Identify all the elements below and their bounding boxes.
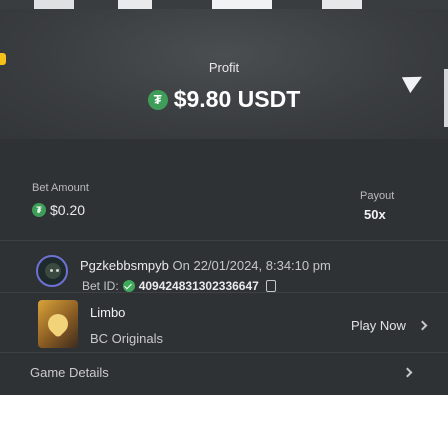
- chevron-right-icon[interactable]: [402, 367, 413, 378]
- bet-id-label: Bet ID:: [82, 279, 119, 293]
- bet-datetime: On 22/01/2024, 8:34:10 pm: [172, 258, 331, 273]
- top-decoration-shape: [118, 0, 152, 9]
- bet-id-value: 409424831302336647: [138, 279, 259, 293]
- bet-amount-label: Bet Amount: [32, 182, 89, 194]
- bet-amount-text: $0.20: [50, 202, 86, 218]
- divider: [0, 292, 448, 293]
- profit-amount: $9.80 USDT: [0, 86, 448, 113]
- avatar[interactable]: [36, 255, 68, 287]
- top-decoration-shape: [212, 0, 272, 9]
- user-info-line: Pgzkebbsmpyb On 22/01/2024, 8:34:10 pm: [80, 258, 331, 273]
- top-decoration-bar: [0, 0, 448, 9]
- bet-amount-value: $0.20: [32, 202, 85, 218]
- copy-icon[interactable]: [265, 280, 276, 292]
- chevron-right-icon[interactable]: [417, 320, 428, 331]
- avatar-eye-icon: [56, 269, 59, 272]
- usdt-coin-icon: [147, 90, 168, 110]
- game-thumbnail[interactable]: [38, 300, 78, 348]
- payout-label: Payout: [360, 190, 395, 202]
- payout-value: 50x: [364, 207, 386, 222]
- game-provider: BC Originals: [90, 331, 163, 346]
- usdt-coin-icon: [32, 203, 46, 217]
- top-decoration-shape: [34, 0, 74, 9]
- verified-check-icon: [122, 280, 135, 292]
- avatar-eye-icon: [50, 269, 53, 272]
- profit-currency: USDT: [237, 86, 301, 112]
- profit-label: Profit: [208, 60, 240, 75]
- divider: [0, 240, 448, 241]
- page-background: [0, 395, 448, 428]
- play-now-button[interactable]: Play Now: [351, 318, 406, 333]
- bet-id-line: Bet ID: 409424831302336647: [82, 279, 276, 293]
- divider: [0, 352, 448, 353]
- top-decoration-shape: [322, 0, 362, 9]
- bet-detail-stage: Profit $9.80 USDT Bet Amount $0.20 Payou…: [0, 0, 448, 428]
- bet-detail-panel: Profit $9.80 USDT Bet Amount $0.20 Payou…: [0, 0, 448, 395]
- game-details-link[interactable]: Game Details: [30, 365, 109, 380]
- username-link[interactable]: Pgzkebbsmpyb: [80, 258, 169, 273]
- game-name[interactable]: Limbo: [90, 305, 125, 320]
- profit-value: $9.80: [173, 86, 232, 112]
- rocket-icon: [43, 309, 73, 339]
